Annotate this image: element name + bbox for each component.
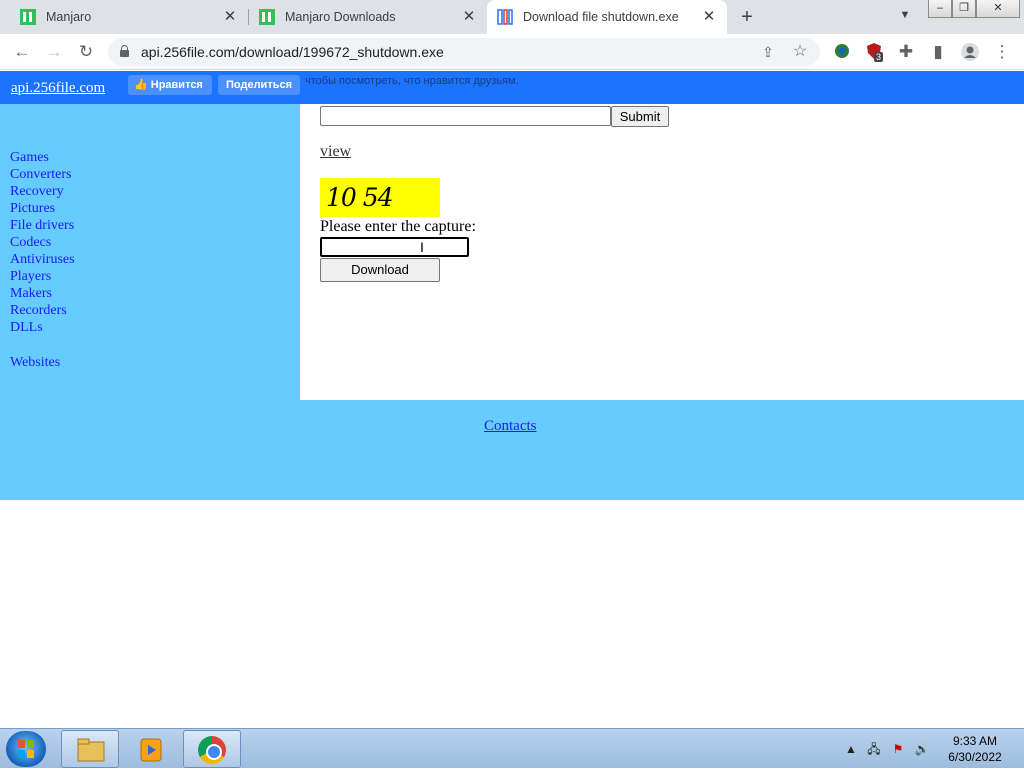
forward-arrow-icon[interactable]: → bbox=[44, 42, 64, 62]
submit-button[interactable]: Submit bbox=[611, 106, 669, 127]
url-text: api.256file.com/download/199672_shutdown… bbox=[141, 44, 444, 60]
page-footer: Contacts bbox=[0, 400, 1024, 500]
extension-globe-icon[interactable] bbox=[832, 42, 852, 62]
sidebar-item-players[interactable]: Players bbox=[10, 269, 51, 285]
sidebar-item-antiviruses[interactable]: Antiviruses bbox=[10, 252, 75, 268]
close-tab-icon[interactable]: ✕ bbox=[701, 9, 717, 25]
tab-manjaro[interactable]: Manjaro ✕ bbox=[0, 0, 248, 34]
back-arrow-icon[interactable]: ← bbox=[12, 42, 32, 62]
show-hidden-icons-icon[interactable]: ▲ bbox=[843, 741, 859, 757]
sidebar-item-recorders[interactable]: Recorders bbox=[10, 303, 67, 319]
profile-avatar-icon[interactable] bbox=[960, 42, 980, 62]
sidebar-item-codecs[interactable]: Codecs bbox=[10, 235, 51, 251]
sidebar-item-pictures[interactable]: Pictures bbox=[10, 201, 55, 217]
category-sidebar: Games Converters Recovery Pictures File … bbox=[0, 104, 300, 400]
extension-shield-icon[interactable]: 3 bbox=[864, 42, 884, 62]
tab-title: Download file shutdown.exe bbox=[523, 10, 679, 24]
windows-taskbar: ▲ 🖧 ⚑ 🔊 9:33 AM 6/30/2022 bbox=[0, 728, 1024, 768]
action-center-flag-icon[interactable]: ⚑ bbox=[890, 741, 906, 757]
text-cursor-icon: I bbox=[420, 239, 424, 255]
sidebar-item-file-drivers[interactable]: File drivers bbox=[10, 218, 74, 234]
clock-time: 9:33 AM bbox=[952, 734, 998, 748]
reload-icon[interactable]: ↻ bbox=[76, 42, 96, 62]
download-button[interactable]: Download bbox=[320, 258, 440, 282]
volume-icon[interactable]: 🔊 bbox=[914, 741, 930, 757]
manjaro-favicon-icon bbox=[20, 9, 36, 25]
site-home-link[interactable]: api.256file.com bbox=[11, 80, 105, 97]
sidebar-item-makers[interactable]: Makers bbox=[10, 286, 52, 302]
tab-title: Manjaro bbox=[46, 10, 92, 24]
media-player-icon bbox=[137, 736, 167, 764]
folder-icon bbox=[76, 736, 106, 764]
extensions-puzzle-icon[interactable]: ✚ bbox=[896, 42, 916, 62]
share-label: Поделиться bbox=[225, 79, 293, 91]
tab-title: Manjaro Downloads bbox=[285, 10, 396, 24]
address-bar[interactable]: api.256file.com/download/199672_shutdown… bbox=[108, 38, 820, 66]
thumbs-up-icon: 👍 bbox=[134, 79, 148, 91]
bookmark-star-icon[interactable]: ☆ bbox=[790, 42, 810, 62]
restore-button[interactable]: ❐ bbox=[952, 0, 976, 18]
close-tab-icon[interactable]: ✕ bbox=[222, 9, 238, 25]
sidebar-item-games[interactable]: Games bbox=[10, 150, 49, 166]
captcha-image: 10 54 bbox=[320, 178, 440, 217]
sidebar-item-dlls[interactable]: DLLs bbox=[10, 320, 43, 336]
share-icon[interactable]: ⇪ bbox=[758, 42, 778, 62]
taskbar-explorer-button[interactable] bbox=[61, 730, 119, 768]
lock-icon[interactable] bbox=[120, 45, 129, 57]
clock-date: 6/30/2022 bbox=[948, 750, 1002, 764]
start-button[interactable] bbox=[6, 731, 46, 767]
contacts-link[interactable]: Contacts bbox=[484, 418, 537, 435]
taskbar-media-player-button[interactable] bbox=[122, 730, 180, 768]
system-tray: ▲ 🖧 ⚑ 🔊 9:33 AM 6/30/2022 bbox=[840, 729, 1024, 769]
tab-search-chevron-icon[interactable]: ▼ bbox=[897, 9, 913, 25]
view-link[interactable]: view bbox=[320, 143, 351, 161]
manjaro-favicon-icon bbox=[259, 9, 275, 25]
site-favicon-icon bbox=[497, 9, 513, 25]
side-panel-icon[interactable]: ▮ bbox=[928, 42, 948, 62]
sidebar-item-websites[interactable]: Websites bbox=[10, 355, 60, 371]
tab-manjaro-downloads[interactable]: Manjaro Downloads ✕ bbox=[249, 0, 487, 34]
extension-badge: 3 bbox=[874, 52, 884, 62]
like-label: Нравится bbox=[150, 79, 203, 91]
clock[interactable]: 9:33 AM 6/30/2022 bbox=[940, 733, 1010, 765]
close-tab-icon[interactable]: ✕ bbox=[461, 9, 477, 25]
tab-download-file[interactable]: Download file shutdown.exe ✕ bbox=[487, 0, 727, 34]
captcha-prompt: Please enter the capture: bbox=[320, 218, 476, 235]
social-prompt: чтобы посмотреть, что нравится друзьям. bbox=[305, 75, 519, 87]
sidebar-item-converters[interactable]: Converters bbox=[10, 167, 71, 183]
social-bar: api.256file.com 👍 Нравится Поделиться чт… bbox=[0, 71, 1024, 104]
main-content: Submit view 10 54 Please enter the captu… bbox=[300, 104, 1024, 400]
close-window-button[interactable]: ✕ bbox=[976, 0, 1020, 18]
new-tab-button[interactable]: + bbox=[737, 7, 757, 27]
share-button[interactable]: Поделиться bbox=[218, 75, 300, 95]
captcha-input[interactable] bbox=[320, 237, 469, 257]
browser-toolbar: ← → ↻ api.256file.com/download/199672_sh… bbox=[0, 34, 1024, 70]
sidebar-item-recovery[interactable]: Recovery bbox=[10, 184, 64, 200]
chrome-icon bbox=[198, 736, 226, 764]
minimize-button[interactable]: – bbox=[928, 0, 952, 18]
tab-strip: Manjaro ✕ Manjaro Downloads ✕ Download f… bbox=[0, 0, 1024, 34]
taskbar-chrome-button[interactable] bbox=[183, 730, 241, 768]
like-button[interactable]: 👍 Нравится bbox=[128, 75, 212, 95]
network-icon[interactable]: 🖧 bbox=[866, 741, 882, 757]
windows-logo-icon bbox=[18, 740, 34, 758]
browser-menu-icon[interactable]: ⋮ bbox=[992, 42, 1012, 62]
search-input[interactable] bbox=[320, 106, 611, 126]
